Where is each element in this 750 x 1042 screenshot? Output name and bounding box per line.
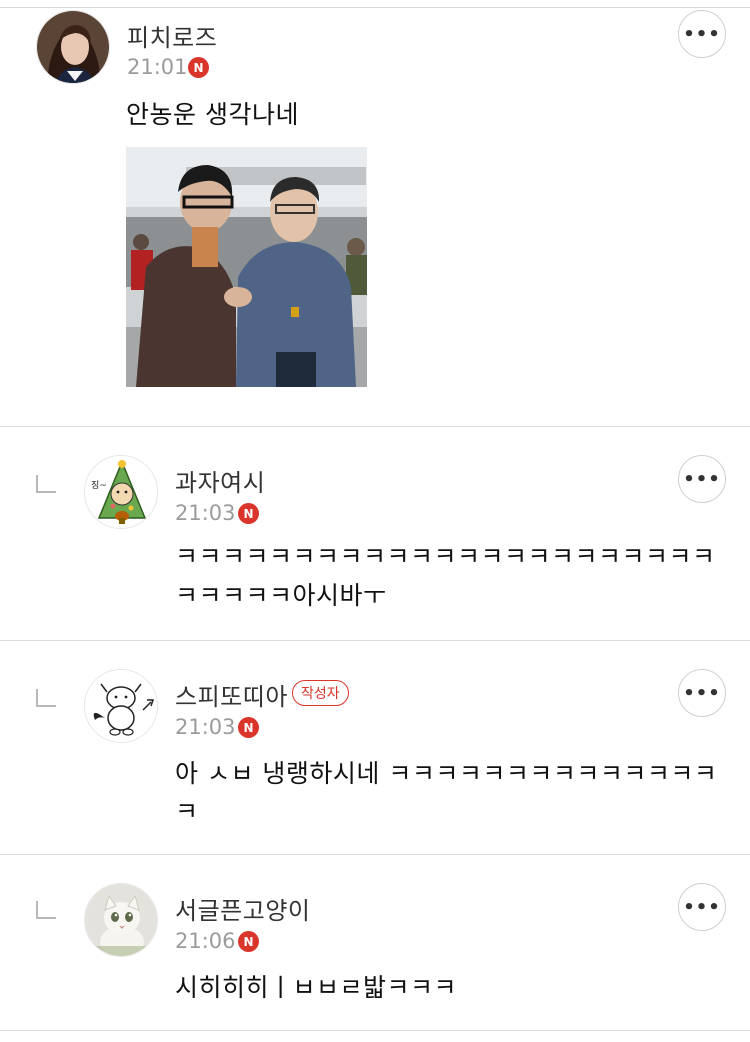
- timestamp: 21:03: [175, 715, 236, 739]
- nickname[interactable]: 스피또띠아: [175, 677, 288, 712]
- reply-indent-icon: [36, 475, 56, 493]
- author-badge: 작성자: [292, 680, 349, 706]
- avatar[interactable]: 징~: [84, 455, 158, 529]
- comment-item: 피치로즈 21:01 N ••• 안농운 생각나네: [0, 0, 750, 426]
- more-options-button[interactable]: •••: [678, 455, 726, 503]
- comment-text-line: 아 ㅅㅂ 냉랭하시네 ㅋㅋㅋㅋㅋㅋㅋㅋㅋㅋㅋㅋㅋㅋ: [175, 759, 718, 788]
- timestamp: 21:06: [175, 929, 236, 953]
- reply-indent-icon: [36, 901, 56, 919]
- comment-divider: [0, 1030, 750, 1031]
- new-badge: N: [238, 717, 259, 738]
- avatar[interactable]: [84, 669, 158, 743]
- christmas-tree-character-avatar-icon: 징~: [85, 456, 157, 528]
- more-options-button[interactable]: •••: [678, 10, 726, 58]
- new-badge: N: [238, 503, 259, 524]
- avatar-caption: 징~: [91, 480, 107, 491]
- reply-item: 스피또띠아 작성자 21:03 N ••• 아 ㅅㅂ 냉랭하시네 ㅋㅋㅋㅋㅋㅋㅋ…: [0, 641, 750, 854]
- sad-cat-avatar-icon: [85, 884, 157, 956]
- woman-portrait-avatar-icon: [37, 11, 109, 83]
- comment-photo[interactable]: [126, 147, 367, 387]
- avatar[interactable]: [84, 883, 158, 957]
- avatar[interactable]: [36, 10, 110, 84]
- nickname[interactable]: 과자여시: [175, 463, 265, 498]
- comment-text: 안농운 생각나네: [126, 100, 299, 129]
- new-badge: N: [238, 931, 259, 952]
- comment-text-line: ㅋ: [175, 797, 199, 826]
- nickname[interactable]: 피치로즈: [127, 18, 217, 53]
- reply-item: 서글픈고양이 21:06 N ••• 시히히히ㅣㅂㅂㄹ밟ㅋㅋㅋ: [0, 855, 750, 1033]
- reply-item: 징~ 과자여시 21:03 N ••• ㅋㅋㅋㅋㅋㅋㅋㅋㅋㅋㅋㅋㅋㅋㅋㅋㅋㅋㅋㅋ…: [0, 427, 750, 640]
- more-options-button[interactable]: •••: [678, 883, 726, 931]
- comment-text-line: ㅋㅋㅋㅋㅋ아시바ㅜ: [175, 581, 387, 610]
- new-badge: N: [188, 57, 209, 78]
- handshake-photo-icon: [126, 147, 367, 387]
- nickname[interactable]: 서글픈고양이: [175, 891, 310, 926]
- timestamp: 21:03: [175, 501, 236, 525]
- comment-text: 시히히히ㅣㅂㅂㄹ밟ㅋㅋㅋ: [175, 973, 458, 1002]
- reply-indent-icon: [36, 689, 56, 707]
- timestamp: 21:01: [127, 55, 188, 79]
- more-options-button[interactable]: •••: [678, 669, 726, 717]
- comment-text-line: ㅋㅋㅋㅋㅋㅋㅋㅋㅋㅋㅋㅋㅋㅋㅋㅋㅋㅋㅋㅋㅋㅋㅋ: [175, 542, 716, 571]
- devil-cow-avatar-icon: [85, 670, 157, 742]
